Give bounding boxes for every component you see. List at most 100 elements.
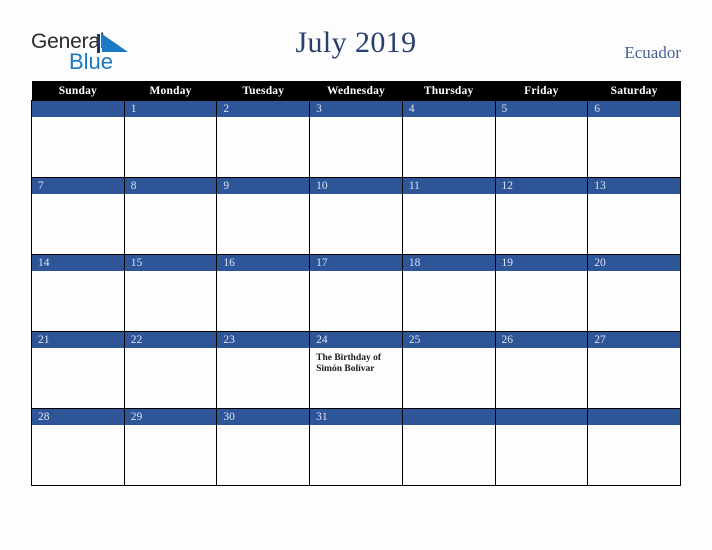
calendar-day-cell[interactable]: 27: [587, 331, 681, 409]
calendar-day-cell[interactable]: 18: [401, 254, 496, 332]
weekday-header-wednesday: Wednesday: [309, 81, 403, 101]
calendar-day-cell[interactable]: 3: [309, 100, 403, 178]
day-event-area: [588, 117, 680, 122]
day-event-area: [310, 117, 402, 122]
calendar-day-cell[interactable]: 9: [216, 177, 311, 255]
day-event-area: [496, 194, 588, 199]
day-number: 15: [124, 255, 217, 271]
calendar-page: General Blue July 2019 Ecuador Sunday Mo…: [0, 0, 712, 550]
calendar-day-cell[interactable]: 26: [494, 331, 589, 409]
calendar-week-row: 7 8 9 10 11 12 13: [31, 177, 681, 255]
day-event-area: [125, 348, 217, 353]
calendar-body: 1 2 3 4 5 6 7 8 9 10 11 12 13 14 15 16 17 18 19 20 21 22 23 24 T…: [31, 100, 681, 486]
calendar-day-cell[interactable]: 8: [123, 177, 218, 255]
calendar-day-cell[interactable]: 2: [216, 100, 311, 178]
calendar-day-cell[interactable]: 5: [494, 100, 589, 178]
day-event-area: [588, 348, 680, 353]
calendar-day-cell[interactable]: 23: [216, 331, 311, 409]
calendar-week-row: 14 15 16 17 18 19 20: [31, 254, 681, 332]
day-number: [588, 409, 680, 425]
day-event-area: [588, 271, 680, 276]
calendar-day-cell[interactable]: [494, 408, 589, 486]
day-event-area: [125, 425, 217, 430]
calendar-day-cell[interactable]: 17: [309, 254, 403, 332]
day-event-area: [403, 348, 495, 353]
calendar-day-cell[interactable]: 19: [494, 254, 589, 332]
day-event-area: [217, 425, 309, 430]
day-number: 14: [32, 255, 124, 271]
day-number: 30: [217, 409, 310, 425]
day-number: 5: [495, 101, 588, 117]
day-number: 8: [124, 178, 217, 194]
day-event-area: [32, 194, 124, 199]
day-event-area: [217, 194, 309, 199]
calendar-day-cell[interactable]: 4: [401, 100, 496, 178]
day-event-area: [403, 271, 495, 276]
calendar-week-row: 123456: [31, 100, 681, 178]
weekday-header-saturday: Saturday: [587, 81, 681, 101]
calendar-day-cell[interactable]: [401, 408, 496, 486]
calendar-day-cell[interactable]: 29: [123, 408, 218, 486]
day-number: 4: [402, 101, 495, 117]
day-event-area: [217, 117, 309, 122]
day-number: 10: [310, 178, 402, 194]
calendar-day-cell[interactable]: 14: [31, 254, 125, 332]
day-event-area: [310, 271, 402, 276]
calendar-day-cell[interactable]: 22: [123, 331, 218, 409]
calendar-day-cell[interactable]: 31: [309, 408, 403, 486]
calendar-day-cell[interactable]: 20: [587, 254, 681, 332]
page-title: July 2019: [295, 26, 417, 59]
calendar-day-cell[interactable]: 21: [31, 331, 125, 409]
weekday-header-sunday: Sunday: [31, 81, 125, 101]
day-number: 28: [32, 409, 124, 425]
calendar-table: Sunday Monday Tuesday Wednesday Thursday…: [31, 81, 681, 486]
day-event-area: [403, 194, 495, 199]
day-number: 27: [588, 332, 680, 348]
day-event-area: [217, 348, 309, 353]
day-number: 2: [217, 101, 310, 117]
day-event-area: [125, 117, 217, 122]
day-number: 22: [124, 332, 217, 348]
day-number: 7: [32, 178, 124, 194]
day-event-area: [496, 425, 588, 430]
day-event-area: [125, 194, 217, 199]
calendar-day-cell[interactable]: 10: [309, 177, 403, 255]
calendar-day-cell[interactable]: [31, 100, 125, 178]
calendar-day-cell[interactable]: 12: [494, 177, 589, 255]
calendar-day-cell[interactable]: 16: [216, 254, 311, 332]
calendar-day-cell[interactable]: 11: [401, 177, 496, 255]
day-event-area: [217, 271, 309, 276]
day-number: 20: [588, 255, 680, 271]
calendar-day-cell[interactable]: 6: [587, 100, 681, 178]
day-number: [495, 409, 588, 425]
calendar-day-cell[interactable]: 30: [216, 408, 311, 486]
day-number: 25: [402, 332, 495, 348]
page-header: General Blue July 2019 Ecuador: [0, 0, 712, 81]
calendar-day-cell[interactable]: 7: [31, 177, 125, 255]
calendar-day-cell[interactable]: 13: [587, 177, 681, 255]
day-number: 23: [217, 332, 310, 348]
calendar-day-cell[interactable]: 28: [31, 408, 125, 486]
day-number: 17: [310, 255, 402, 271]
holiday-event: The Birthday of Simón Bolívar: [316, 353, 382, 374]
calendar-day-cell[interactable]: 15: [123, 254, 218, 332]
calendar-day-cell[interactable]: 1: [123, 100, 218, 178]
day-event-area: [310, 425, 402, 430]
day-number: [32, 101, 124, 117]
day-number: 26: [495, 332, 588, 348]
day-event-area: [496, 348, 588, 353]
calendar-day-cell[interactable]: 24 The Birthday of Simón Bolívar: [309, 331, 403, 409]
day-number: 19: [495, 255, 588, 271]
day-number: 6: [588, 101, 680, 117]
calendar-day-cell[interactable]: 25: [401, 331, 496, 409]
weekday-header-row: Sunday Monday Tuesday Wednesday Thursday…: [31, 81, 681, 101]
day-number: 13: [588, 178, 680, 194]
day-event-area: [32, 271, 124, 276]
day-event-area: [496, 271, 588, 276]
day-event-area: [32, 425, 124, 430]
day-number: 12: [495, 178, 588, 194]
day-event-area: [403, 425, 495, 430]
day-number: 31: [310, 409, 402, 425]
weekday-header-monday: Monday: [124, 81, 217, 101]
calendar-day-cell[interactable]: [587, 408, 681, 486]
